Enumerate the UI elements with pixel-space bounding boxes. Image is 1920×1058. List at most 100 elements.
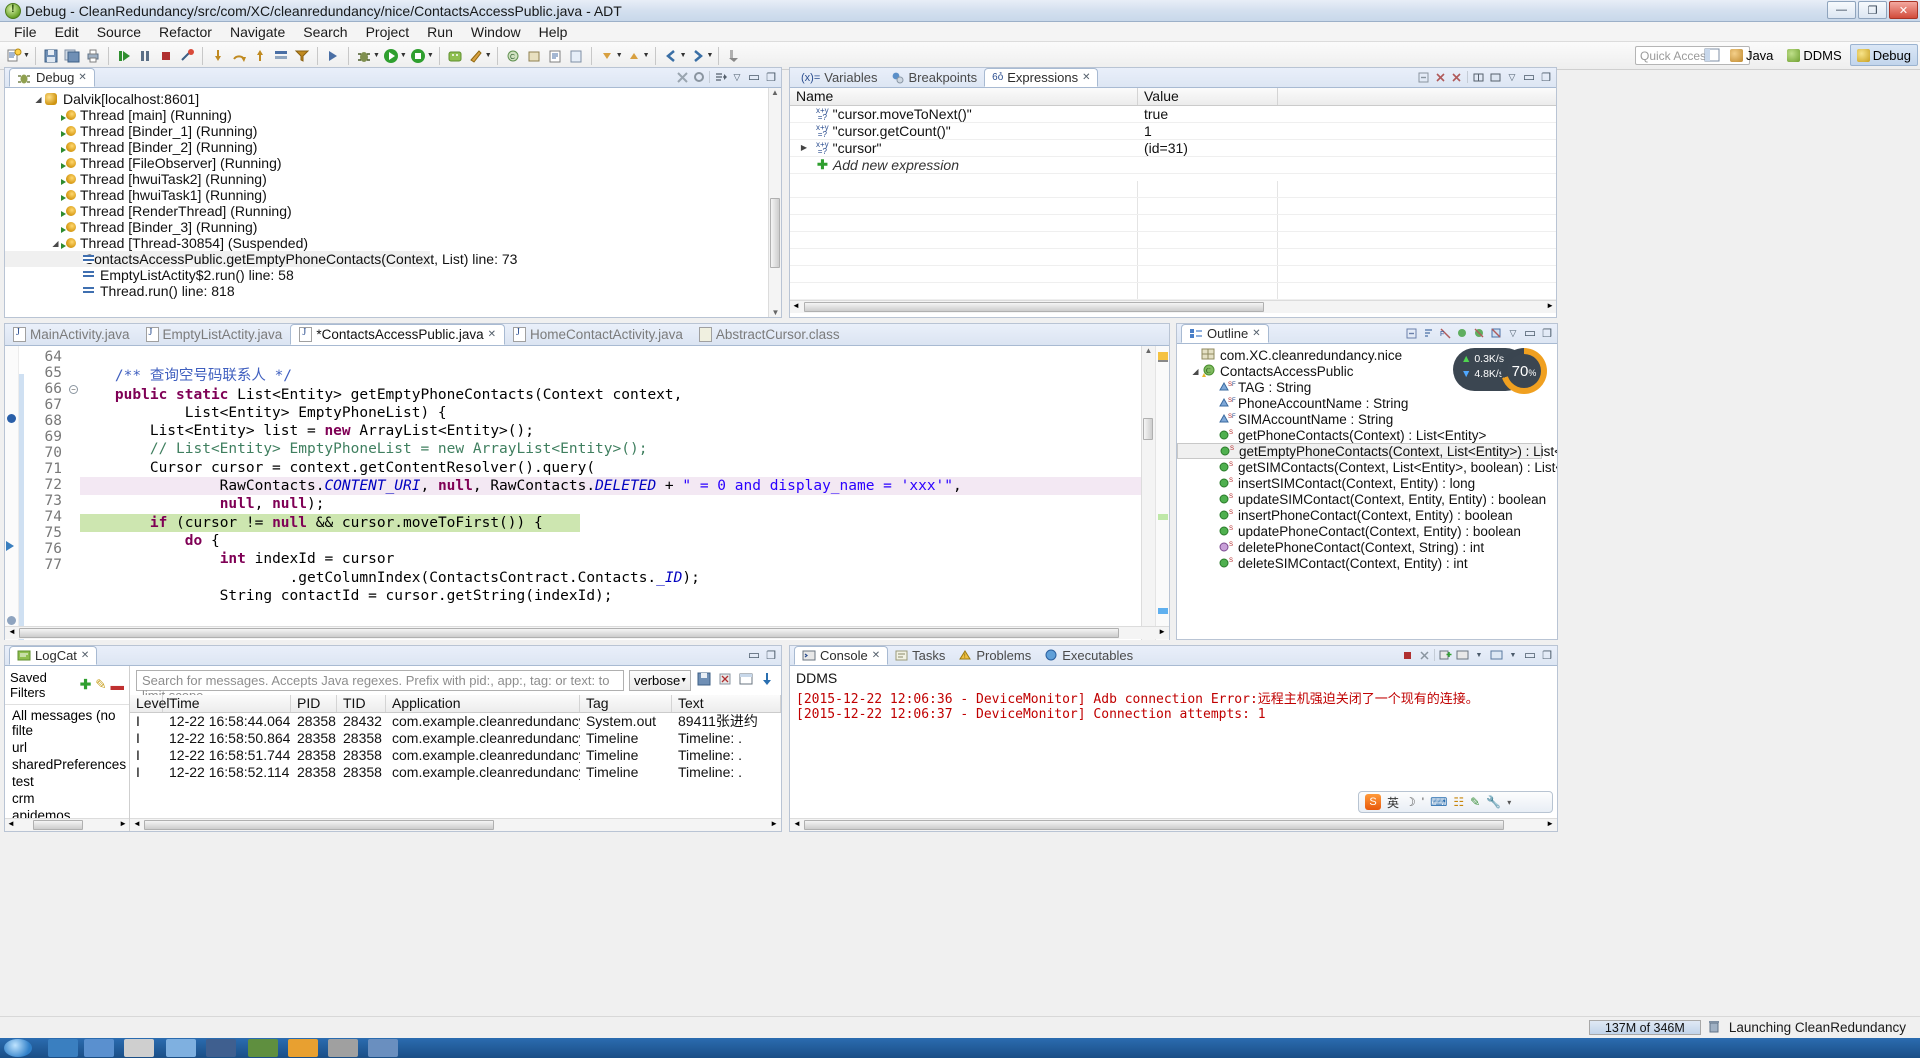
scroll-right-icon[interactable]: ► (1546, 301, 1554, 310)
code-line-current[interactable]: if (cursor != null && cursor.moveToFirst… (80, 514, 580, 532)
chevron-down-icon[interactable]: ▼ (1472, 648, 1486, 662)
avd-manager-icon[interactable] (466, 45, 486, 67)
ime-logo-icon[interactable]: S (1365, 794, 1381, 810)
expand-arrow-icon[interactable]: ▶ (796, 140, 812, 156)
scrollbar-thumb[interactable] (33, 820, 83, 830)
console-output[interactable]: DDMS [2015-12-22 12:06:36 - DeviceMonito… (790, 666, 1557, 831)
display-selected-console-icon[interactable] (1455, 648, 1469, 662)
menu-item-file[interactable]: File (5, 23, 46, 41)
editor-marker-bar[interactable] (5, 346, 19, 640)
outline-tabbar[interactable]: Outline ✕ F ▽ ▭ ❐ (1177, 324, 1557, 344)
scroll-right-icon[interactable]: ► (1546, 819, 1554, 828)
run-icon[interactable] (381, 45, 401, 67)
prev-annotation-icon[interactable] (624, 45, 644, 67)
menubar[interactable]: File Edit Source Refactor Navigate Searc… (0, 22, 1920, 42)
editor-tab-homecontactactivity[interactable]: HomeContactActivity.java (505, 324, 691, 345)
console-hscrollbar[interactable]: ◄ ► (790, 818, 1557, 831)
forward-icon[interactable] (688, 45, 708, 67)
scrollbar-thumb[interactable] (144, 820, 494, 830)
expressions-table[interactable]: Name Value x+y=? "cursor.moveToNext()" t… (790, 88, 1556, 300)
breakpoint-marker-icon[interactable] (7, 616, 16, 625)
code-line[interactable]: // List<Entity> EmptyPhoneList = new Arr… (80, 440, 1141, 458)
menu-item-window[interactable]: Window (462, 23, 530, 41)
relaunch-icon[interactable] (692, 70, 706, 84)
taskbar-item[interactable] (166, 1039, 196, 1057)
add-filter-icon[interactable]: ✚ (80, 677, 91, 693)
external-tools-caret-icon[interactable]: ▼ (427, 52, 434, 59)
outline-row-method[interactable]: S getPhoneContacts(Context) : List<Entit… (1177, 427, 1557, 443)
search-toolbar-icon[interactable] (566, 45, 586, 67)
menu-item-help[interactable]: Help (530, 23, 577, 41)
view-menu-icon[interactable]: ▽ (1506, 326, 1520, 340)
ime-toolbox-icon[interactable]: ☷ (1453, 795, 1464, 809)
menu-item-search[interactable]: Search (294, 23, 356, 41)
filter-item[interactable]: url (5, 739, 129, 756)
new-package-icon[interactable] (524, 45, 544, 67)
next-annotation-caret-icon[interactable]: ▼ (616, 52, 623, 59)
close-icon[interactable]: ✕ (488, 329, 496, 340)
main-toolbar[interactable]: ▼ ▼ ▼ (0, 42, 1920, 70)
resume-icon[interactable] (114, 45, 134, 67)
console-view-toolbar[interactable]: ▼ ▼ ▭ ❐ (1400, 648, 1554, 662)
tree-row-thread[interactable]: Thread [hwuiTask2] (Running) (5, 171, 768, 187)
chevron-down-icon-2[interactable]: ▼ (1506, 648, 1520, 662)
ime-more-icon[interactable]: ▾ (1507, 798, 1511, 807)
code-line[interactable]: .getColumnIndex(ContactsContract.Contact… (80, 569, 1141, 587)
debug-tree-vscrollbar[interactable]: ▲ ▼ (768, 88, 781, 317)
scrollbar-thumb[interactable] (770, 198, 780, 268)
tree-row-thread[interactable]: Thread [FileObserver] (Running) (5, 155, 768, 171)
editor-tab-abstractcursor[interactable]: AbstractCursor.class (691, 324, 848, 345)
tab-problems[interactable]: ! Problems (952, 646, 1038, 665)
minimize-view-icon[interactable]: ▭ (747, 70, 761, 84)
outline-row-method[interactable]: S updateSIMContact(Context, Entity, Enti… (1177, 491, 1557, 507)
scroll-right-icon[interactable]: ► (1158, 627, 1166, 636)
new-class-icon[interactable]: C (503, 45, 523, 67)
logcat-tabbar[interactable]: LogCat ✕ ▭ ❐ (5, 646, 781, 666)
scroll-right-icon[interactable]: ► (770, 819, 778, 828)
editor-tabbar[interactable]: MainActivity.java EmptyListActity.java *… (5, 324, 1169, 346)
tab-expressions[interactable]: 6ỏ Expressions ✕ (984, 68, 1098, 87)
logcat-saved-filters[interactable]: Saved Filters ✚ ✎ ▬ All messages (no fil… (5, 666, 130, 831)
scrollbar-thumb[interactable] (19, 628, 1119, 638)
outline-row-method[interactable]: S insertPhoneContact(Context, Entity) : … (1177, 507, 1557, 523)
outline-row-method[interactable]: S updatePhoneContact(Context, Entity) : … (1177, 523, 1557, 539)
new-console-icon[interactable] (1438, 648, 1452, 662)
sort-icon[interactable] (1421, 326, 1435, 340)
drop-to-frame-icon[interactable] (271, 45, 291, 67)
run-caret-icon[interactable]: ▼ (400, 52, 407, 59)
editor-tab-contactsaccesspublic[interactable]: *ContactsAccessPublic.java ✕ (290, 324, 505, 345)
windows-taskbar[interactable] (0, 1038, 1920, 1058)
taskbar-item[interactable] (206, 1039, 236, 1057)
editor-overview-ruler[interactable] (1155, 346, 1169, 640)
android-sdk-manager-icon[interactable] (445, 45, 465, 67)
tab-executables[interactable]: Executables (1038, 646, 1140, 665)
tab-tasks[interactable]: Tasks (888, 646, 952, 665)
maximize-view-icon[interactable]: ❐ (764, 648, 778, 662)
code-line[interactable]: RawContacts.CONTENT_URI, null, RawContac… (80, 477, 1141, 495)
filter-list[interactable]: All messages (no filte url sharedPrefere… (5, 705, 129, 826)
remove-all-terminated-icon[interactable] (675, 70, 689, 84)
taskbar-item[interactable] (84, 1039, 114, 1057)
avd-caret-icon[interactable]: ▼ (485, 52, 492, 59)
expand-arrow-icon[interactable]: ◢ (50, 239, 61, 248)
column-header-text[interactable]: Text (672, 695, 781, 712)
delete-filter-icon[interactable]: ▬ (111, 678, 125, 693)
scroll-left-icon[interactable]: ◄ (792, 301, 800, 310)
taskbar-item[interactable] (48, 1039, 78, 1057)
outline-toolbar[interactable]: F ▽ ▭ ❐ (1404, 326, 1554, 340)
debug-view-tabbar[interactable]: Debug ✕ ▽ ▭ ❐ (5, 68, 781, 88)
edit-filter-icon[interactable]: ✎ (95, 677, 106, 693)
overview-marker-change[interactable] (1158, 514, 1168, 520)
maximize-view-icon[interactable]: ❐ (1539, 70, 1553, 84)
print-icon[interactable] (83, 45, 103, 67)
show-columns-icon[interactable] (1471, 70, 1485, 84)
scrollbar-thumb[interactable] (804, 820, 1504, 830)
ime-toolbar[interactable]: S 英 ☽ ' ⌨ ☷ ✎ 🔧 ▾ (1358, 791, 1553, 813)
display-view-icon[interactable] (738, 671, 754, 691)
code-line[interactable]: public static List<Entity> getEmptyPhone… (80, 386, 1141, 404)
tree-row-thread[interactable]: Thread [RenderThread] (Running) (5, 203, 768, 219)
tab-console[interactable]: Console ✕ (794, 646, 888, 665)
logcat-row[interactable]: I 12-22 16:58:52.114 28358 28358 com.exa… (130, 764, 781, 781)
perspective-debug[interactable]: Debug (1850, 44, 1918, 66)
scroll-left-icon[interactable]: ◄ (793, 819, 801, 828)
